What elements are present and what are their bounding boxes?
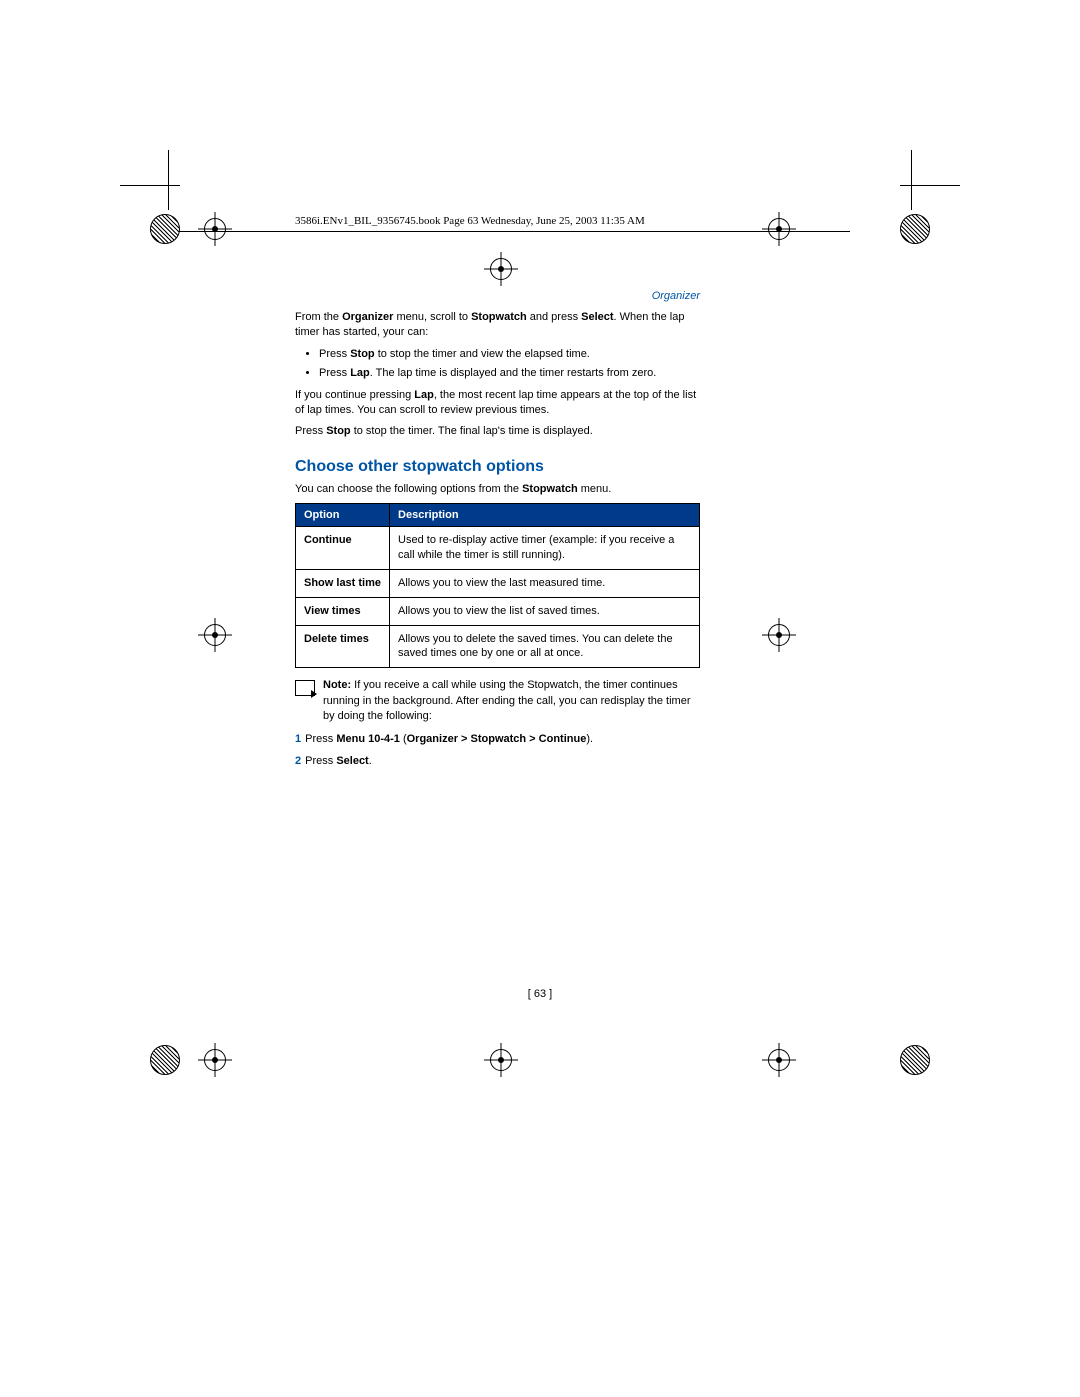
list-item: Press Stop to stop the timer and view th… bbox=[319, 347, 700, 362]
table-row: Show last time Allows you to view the la… bbox=[296, 569, 700, 597]
registration-mark bbox=[768, 624, 790, 646]
options-table: Option Description Continue Used to re-d… bbox=[295, 503, 700, 668]
page-content: Organizer From the Organizer menu, scrol… bbox=[295, 290, 700, 775]
crop-ornament bbox=[900, 214, 930, 244]
note-text: Note: If you receive a call while using … bbox=[323, 678, 700, 724]
steps-list: 1Press Menu 10-4-1 (Organizer > Stopwatc… bbox=[295, 732, 700, 769]
list-item: 1Press Menu 10-4-1 (Organizer > Stopwatc… bbox=[295, 732, 700, 747]
section-heading: Choose other stopwatch options bbox=[295, 458, 700, 476]
registration-mark bbox=[204, 1049, 226, 1071]
list-item: Press Lap. The lap time is displayed and… bbox=[319, 366, 700, 381]
crop-line bbox=[900, 185, 960, 186]
lap-paragraph: If you continue pressing Lap, the most r… bbox=[295, 388, 700, 419]
bullet-list: Press Stop to stop the timer and view th… bbox=[295, 347, 700, 382]
registration-mark bbox=[768, 1049, 790, 1071]
note-icon bbox=[295, 680, 315, 696]
page-number: [ 63 ] bbox=[0, 988, 1080, 1000]
table-header-option: Option bbox=[296, 504, 390, 527]
registration-mark bbox=[490, 258, 512, 280]
crop-ornament bbox=[900, 1045, 930, 1075]
registration-mark bbox=[204, 624, 226, 646]
crop-line bbox=[911, 150, 912, 210]
section-label: Organizer bbox=[295, 290, 700, 302]
registration-mark bbox=[490, 1049, 512, 1071]
subtext: You can choose the following options fro… bbox=[295, 482, 700, 497]
table-row: View times Allows you to view the list o… bbox=[296, 597, 700, 625]
list-item: 2Press Select. bbox=[295, 754, 700, 769]
stop-paragraph: Press Stop to stop the timer. The final … bbox=[295, 424, 700, 439]
intro-paragraph: From the Organizer menu, scroll to Stopw… bbox=[295, 310, 700, 341]
note-block: Note: If you receive a call while using … bbox=[295, 678, 700, 724]
book-header-line: 3586i.ENv1_BIL_9356745.book Page 63 Wedn… bbox=[295, 215, 645, 227]
crop-ornament bbox=[150, 214, 180, 244]
crop-ornament bbox=[150, 1045, 180, 1075]
crop-line bbox=[120, 185, 180, 186]
table-row: Delete times Allows you to delete the sa… bbox=[296, 625, 700, 668]
table-header-description: Description bbox=[390, 504, 700, 527]
crop-line bbox=[168, 150, 169, 210]
registration-mark bbox=[768, 218, 790, 240]
header-rule bbox=[150, 231, 850, 232]
registration-mark bbox=[204, 218, 226, 240]
table-row: Continue Used to re-display active timer… bbox=[296, 527, 700, 570]
